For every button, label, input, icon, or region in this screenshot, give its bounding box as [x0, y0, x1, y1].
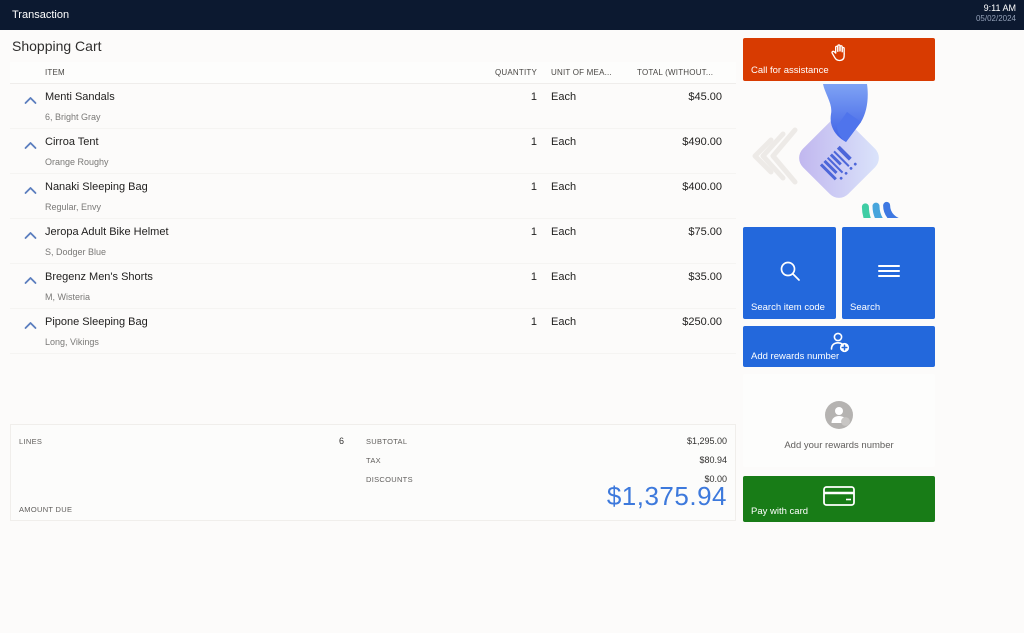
- clock-date: 05/02/2024: [975, 14, 1016, 23]
- item-variant: 6, Bright Gray: [45, 112, 101, 122]
- item-variant: M, Wisteria: [45, 292, 90, 302]
- amount-due-label: AMOUNT DUE: [19, 505, 73, 514]
- item-name-cell: Jeropa Adult Bike Helmet S, Dodger Blue: [45, 219, 450, 263]
- item-variant: Long, Vikings: [45, 337, 99, 347]
- cart-row[interactable]: Menti Sandals 6, Bright Gray 1 Each $45.…: [10, 84, 736, 129]
- item-total: $400.00: [682, 181, 722, 193]
- item-variant: Regular, Envy: [45, 202, 102, 212]
- item-name-cell: Cirroa Tent Orange Roughy: [45, 129, 450, 173]
- item-unit: Each: [551, 136, 577, 148]
- item-unit: Each: [551, 91, 577, 103]
- item-total: $35.00: [688, 271, 722, 283]
- item-name-cell: Nanaki Sleeping Bag Regular, Envy: [45, 174, 450, 218]
- action-panel: Call for assistance Search item code Sea…: [743, 0, 935, 633]
- cart-row[interactable]: Pipone Sleeping Bag Long, Vikings 1 Each…: [10, 309, 736, 354]
- search-label: Search: [850, 302, 881, 313]
- item-unit: Each: [551, 271, 577, 283]
- item-quantity: 1: [530, 181, 537, 193]
- search-button[interactable]: Search: [842, 227, 935, 319]
- cart-row[interactable]: Bregenz Men's Shorts M, Wisteria 1 Each …: [10, 264, 736, 309]
- item-total: $250.00: [682, 316, 722, 328]
- item-name: Bregenz Men's Shorts: [45, 271, 153, 283]
- cart-row[interactable]: Jeropa Adult Bike Helmet S, Dodger Blue …: [10, 219, 736, 264]
- chevron-up-icon[interactable]: [10, 219, 45, 263]
- cart-row[interactable]: Nanaki Sleeping Bag Regular, Envy 1 Each…: [10, 174, 736, 219]
- subtotal-label: SUBTOTAL: [366, 437, 408, 446]
- page-title: Shopping Cart: [12, 38, 102, 54]
- call-for-assistance-label: Call for assistance: [751, 65, 829, 76]
- tax-label: TAX: [366, 456, 381, 465]
- item-name: Cirroa Tent: [45, 136, 99, 148]
- lines-label: LINES: [19, 437, 43, 446]
- item-quantity: 1: [530, 91, 537, 103]
- call-for-assistance-button[interactable]: Call for assistance: [743, 38, 935, 81]
- item-name: Jeropa Adult Bike Helmet: [45, 226, 169, 238]
- chevron-up-icon[interactable]: [10, 264, 45, 308]
- item-name: Pipone Sleeping Bag: [45, 316, 148, 328]
- amount-due-value: $1,375.94: [606, 481, 727, 511]
- column-header-quantity: QUANTITY: [494, 68, 537, 77]
- item-total: $490.00: [682, 136, 722, 148]
- item-unit: Each: [551, 316, 577, 328]
- subtotal-value: $1,295.00: [686, 436, 727, 446]
- cart-table-header: ITEM QUANTITY UNIT OF MEA... TOTAL (WITH…: [10, 62, 736, 84]
- item-quantity: 1: [530, 226, 537, 238]
- item-total: $45.00: [688, 91, 722, 103]
- clock-time: 9:11 AM: [983, 3, 1016, 13]
- item-quantity: 1: [530, 316, 537, 328]
- cart-table: ITEM QUANTITY UNIT OF MEA... TOTAL (WITH…: [10, 62, 736, 354]
- item-name-cell: Pipone Sleeping Bag Long, Vikings: [45, 309, 450, 353]
- column-header-unit: UNIT OF MEA...: [551, 68, 612, 77]
- chevron-up-icon[interactable]: [10, 174, 45, 218]
- search-icon: [778, 259, 802, 288]
- clock: 9:11 AM 05/02/2024: [976, 3, 1016, 23]
- add-your-rewards-number-label: Add your rewards number: [784, 440, 894, 451]
- item-unit: Each: [551, 226, 577, 238]
- item-total: $75.00: [688, 226, 722, 238]
- pay-with-card-button[interactable]: Pay with card: [743, 476, 935, 522]
- lines-value: 6: [338, 436, 344, 446]
- item-name-cell: Bregenz Men's Shorts M, Wisteria: [45, 264, 450, 308]
- search-item-code-label: Search item code: [751, 302, 825, 313]
- chevron-up-icon[interactable]: [10, 84, 45, 128]
- chevron-up-icon[interactable]: [10, 309, 45, 353]
- cart-rows: Menti Sandals 6, Bright Gray 1 Each $45.…: [10, 84, 736, 354]
- item-unit: Each: [551, 181, 577, 193]
- totals-panel: LINES 6 SUBTOTAL $1,295.00 TAX $80.94 DI…: [10, 424, 736, 521]
- scan-item-illustration: [743, 82, 935, 248]
- tax-value: $80.94: [699, 455, 727, 465]
- column-header-item: ITEM: [45, 68, 65, 77]
- item-variant: S, Dodger Blue: [45, 247, 107, 257]
- credit-card-icon: [822, 484, 856, 513]
- person-circle-icon: [824, 400, 854, 435]
- add-rewards-number-button[interactable]: Add rewards number: [743, 326, 935, 367]
- item-name: Nanaki Sleeping Bag: [45, 181, 148, 193]
- search-item-code-button[interactable]: Search item code: [743, 227, 836, 319]
- item-name-cell: Menti Sandals 6, Bright Gray: [45, 84, 450, 128]
- item-name: Menti Sandals: [45, 91, 115, 103]
- discounts-label: DISCOUNTS: [366, 475, 413, 484]
- item-quantity: 1: [530, 136, 537, 148]
- add-rewards-number-label: Add rewards number: [751, 351, 840, 362]
- raised-hand-icon: [829, 42, 849, 69]
- cart-row[interactable]: Cirroa Tent Orange Roughy 1 Each $490.00: [10, 129, 736, 174]
- pay-with-card-label: Pay with card: [751, 506, 809, 517]
- list-lines-icon: [876, 259, 902, 288]
- chevron-up-icon[interactable]: [10, 129, 45, 173]
- transaction-title: Transaction: [12, 9, 70, 21]
- item-variant: Orange Roughy: [45, 157, 109, 167]
- item-quantity: 1: [530, 271, 537, 283]
- column-header-total: TOTAL (WITHOUT...: [637, 68, 714, 77]
- rewards-placeholder-card: Add your rewards number: [743, 374, 935, 467]
